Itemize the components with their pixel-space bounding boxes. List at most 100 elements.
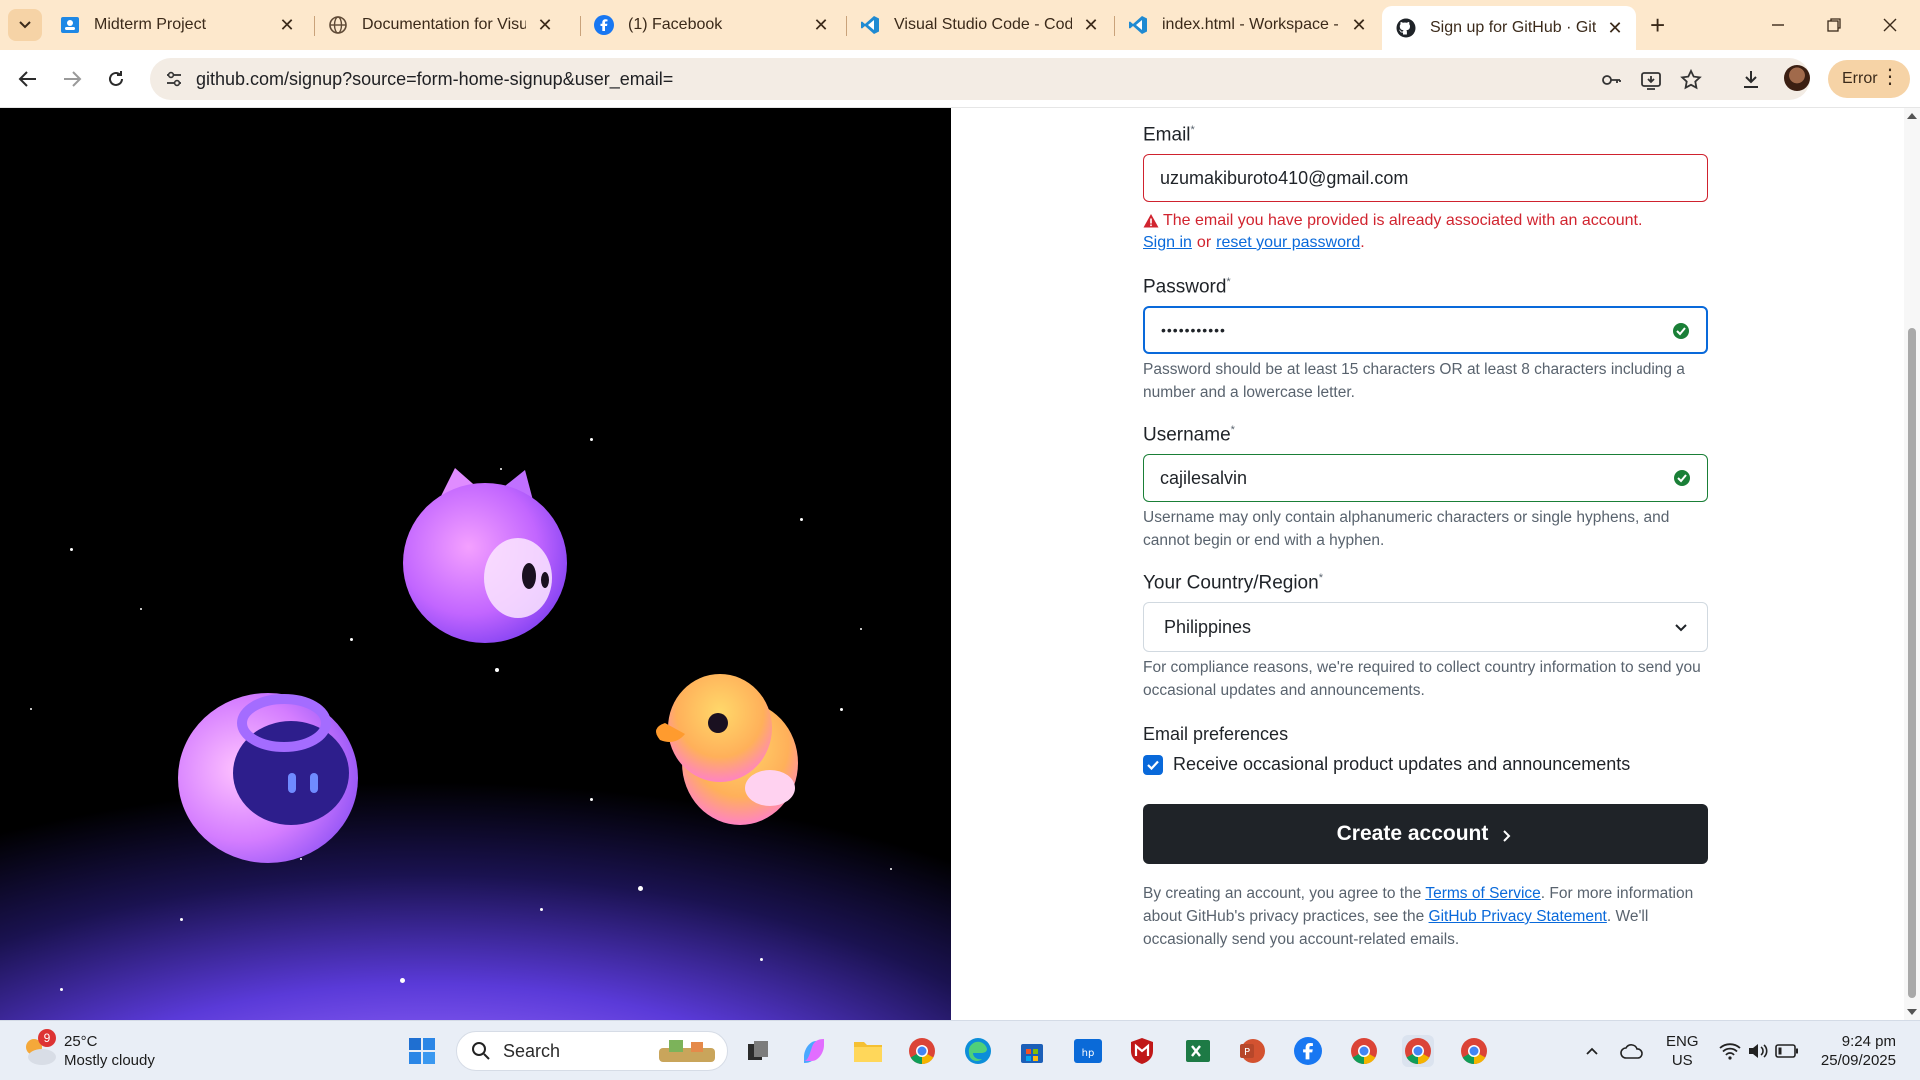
create-account-button[interactable]: Create account	[1143, 804, 1708, 864]
microsoft-store-app[interactable]	[1016, 1035, 1048, 1067]
excel-icon	[1186, 1040, 1210, 1062]
password-key-icon[interactable]	[1598, 67, 1624, 93]
signup-hero-illustration	[0, 108, 951, 1020]
excel-app[interactable]	[1182, 1035, 1214, 1067]
tab-github-signup[interactable]: Sign up for GitHub · GitHub ✕	[1382, 6, 1636, 50]
email-error-text: The email you have provided is already a…	[1163, 212, 1643, 229]
close-icon[interactable]: ✕	[810, 14, 832, 36]
facebook-app[interactable]	[1292, 1035, 1324, 1067]
downloads-button[interactable]	[1735, 63, 1767, 95]
password-value: •••••••••••	[1161, 322, 1226, 338]
legal-text: By creating an account, you agree to the…	[1143, 882, 1708, 951]
edge-app[interactable]	[962, 1035, 994, 1067]
browser-error-button[interactable]: Error ⋮	[1828, 60, 1910, 98]
mcafee-app[interactable]	[1126, 1035, 1158, 1067]
privacy-statement-link[interactable]: GitHub Privacy Statement	[1429, 908, 1607, 925]
email-value: uzumakiburoto410@gmail.com	[1160, 167, 1409, 188]
profile-avatar[interactable]	[1784, 65, 1810, 91]
facebook-icon	[1294, 1037, 1322, 1065]
close-icon[interactable]: ✕	[276, 14, 298, 36]
task-view-button[interactable]	[742, 1035, 774, 1067]
close-icon[interactable]: ✕	[534, 14, 556, 36]
username-field[interactable]: cajilesalvin	[1143, 454, 1708, 502]
chrome-profile-2-app[interactable]	[1402, 1035, 1434, 1067]
restore-button[interactable]	[1816, 10, 1852, 40]
weather-widget[interactable]: 9 25°C Mostly cloudy	[22, 1029, 222, 1071]
tab-facebook[interactable]: (1) Facebook ✕	[580, 6, 842, 44]
chrome-icon	[909, 1038, 935, 1065]
chrome-icon	[1351, 1038, 1377, 1065]
browser-tab-strip: Midterm Project ✕ Documentation for Visu…	[0, 0, 1920, 50]
language-indicator[interactable]: ENG US	[1666, 1032, 1699, 1070]
email-field[interactable]: uzumakiburoto410@gmail.com	[1143, 154, 1708, 202]
scroll-down-icon[interactable]	[1904, 1006, 1920, 1018]
copilot-app[interactable]	[798, 1035, 830, 1067]
close-icon[interactable]: ✕	[1348, 14, 1370, 36]
email-error-message: The email you have provided is already a…	[1143, 210, 1642, 232]
chrome-app[interactable]	[906, 1035, 938, 1067]
email-preferences-option[interactable]: Receive occasional product updates and a…	[1143, 754, 1630, 775]
tab-midterm-project[interactable]: Midterm Project ✕	[46, 6, 308, 44]
create-account-label: Create account	[1336, 822, 1489, 845]
alert-triangle-icon	[1143, 214, 1159, 228]
site-info-icon[interactable]	[160, 65, 188, 93]
powerpoint-app[interactable]: P	[1236, 1035, 1268, 1067]
tab-vscode-code-editing[interactable]: Visual Studio Code - Code Editing ✕	[846, 6, 1112, 44]
username-label: Username*	[1143, 424, 1235, 446]
chrome-profile-1-app[interactable]	[1348, 1035, 1380, 1067]
url-text: github.com/signup?source=form-home-signu…	[196, 69, 674, 89]
password-hint: Password should be at least 15 character…	[1143, 361, 1685, 401]
address-bar[interactable]: github.com/signup?source=form-home-signu…	[150, 58, 1810, 100]
scrollbar-thumb[interactable]	[1908, 328, 1916, 998]
tab-vscode-docs[interactable]: Documentation for Visual Studio Code ✕	[314, 6, 566, 44]
error-label: Error	[1842, 70, 1878, 87]
sign-in-link[interactable]: Sign in	[1143, 232, 1192, 254]
checkbox-checked-icon[interactable]	[1143, 754, 1163, 775]
install-app-icon[interactable]	[1638, 67, 1664, 93]
close-window-button[interactable]	[1872, 10, 1908, 40]
taskbar-search-box[interactable]: Search	[456, 1031, 728, 1071]
show-hidden-icons-button[interactable]	[1576, 1035, 1608, 1067]
close-icon[interactable]: ✕	[1604, 17, 1626, 39]
weather-badge: 9	[38, 1029, 56, 1047]
country-select[interactable]: Philippines	[1143, 602, 1708, 652]
onedrive-tray[interactable]	[1616, 1035, 1648, 1067]
tab-search-button[interactable]	[8, 9, 42, 41]
reset-password-link[interactable]: reset your password	[1216, 232, 1360, 254]
close-icon	[1883, 18, 1897, 32]
star	[890, 868, 892, 870]
back-button[interactable]	[12, 63, 44, 95]
task-view-icon	[748, 1041, 768, 1060]
github-signup-page: Email* uzumakiburoto410@gmail.com The em…	[0, 108, 1920, 1020]
forward-button[interactable]	[56, 63, 88, 95]
myhp-app[interactable]: hp	[1072, 1035, 1104, 1067]
minimize-button[interactable]	[1760, 10, 1796, 40]
terms-of-service-link[interactable]: Terms of Service	[1425, 885, 1540, 902]
password-field[interactable]: •••••••••••	[1143, 306, 1708, 354]
bookmark-star-icon[interactable]	[1678, 67, 1704, 93]
arrow-right-icon	[64, 71, 82, 87]
battery-icon	[1775, 1044, 1798, 1058]
reload-button[interactable]	[100, 63, 132, 95]
tab-index-html-workspace[interactable]: index.html - Workspace - Visual Studio C…	[1114, 6, 1380, 44]
clock[interactable]: 9:24 pm 25/09/2025	[1810, 1032, 1896, 1070]
tab-title: Documentation for Visual Studio Code	[362, 16, 526, 33]
country-label: Your Country/Region*	[1143, 572, 1323, 594]
chevron-right-icon	[1503, 830, 1511, 842]
close-icon[interactable]: ✕	[1080, 14, 1102, 36]
file-explorer-app[interactable]	[852, 1035, 884, 1067]
chrome-icon	[1405, 1038, 1431, 1065]
new-tab-button[interactable]: +	[1650, 12, 1665, 38]
star	[140, 608, 142, 610]
google-classroom-icon	[60, 15, 80, 35]
search-placeholder: Search	[503, 1040, 561, 1061]
facebook-icon	[594, 15, 614, 35]
quick-settings-tray[interactable]	[1712, 1035, 1806, 1067]
username-value: cajilesalvin	[1160, 467, 1248, 488]
scroll-up-icon[interactable]	[1904, 110, 1920, 122]
star	[860, 628, 862, 630]
chrome-profile-3-app[interactable]	[1458, 1035, 1490, 1067]
or-text: or	[1196, 234, 1212, 251]
page-scrollbar[interactable]	[1904, 108, 1920, 1020]
windows-start-button[interactable]	[406, 1035, 438, 1067]
